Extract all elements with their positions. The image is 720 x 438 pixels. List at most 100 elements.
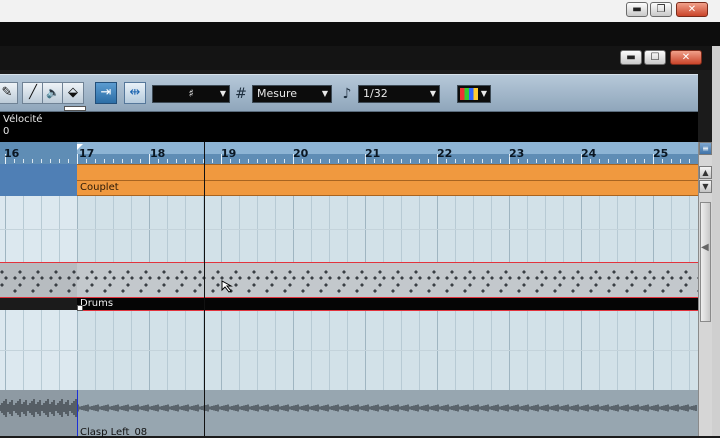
bar-number: 16 bbox=[4, 147, 20, 160]
zoom-arrow-icon[interactable]: ◀ bbox=[701, 242, 709, 253]
drum-hit bbox=[558, 270, 562, 274]
editor-maximize-button[interactable]: ☐ bbox=[644, 50, 666, 65]
drum-hit bbox=[589, 276, 593, 280]
grid-type-dropdown[interactable]: Mesure ▼ bbox=[252, 85, 332, 103]
drum-hit bbox=[517, 276, 521, 280]
drum-hit bbox=[427, 276, 431, 280]
drum-hit bbox=[684, 270, 688, 274]
editor-title-bar: ▬ ☐ ✕ bbox=[0, 46, 712, 70]
drum-hit bbox=[18, 270, 22, 274]
line-icon[interactable]: ╱ bbox=[22, 82, 44, 104]
paint-bucket-icon[interactable]: ⬙ bbox=[62, 82, 84, 104]
ruler-subtick bbox=[275, 159, 276, 163]
arranger-event[interactable] bbox=[77, 164, 698, 196]
drum-hit bbox=[310, 276, 314, 280]
drum-hit bbox=[126, 270, 130, 274]
drum-hit bbox=[306, 270, 310, 274]
drum-hit bbox=[126, 283, 130, 287]
drum-hit bbox=[490, 276, 494, 280]
arranger-previous-event[interactable] bbox=[0, 164, 77, 196]
drum-hit bbox=[319, 289, 323, 293]
drum-hit bbox=[184, 276, 188, 280]
quantize-dropdown[interactable]: 1/32 ▼ bbox=[358, 85, 440, 103]
drum-hit bbox=[270, 270, 274, 274]
ruler-subtick bbox=[41, 159, 42, 163]
ruler-subtick bbox=[257, 159, 258, 163]
drum-hit bbox=[288, 270, 292, 274]
ruler-subtick bbox=[617, 159, 618, 163]
drum-hit bbox=[58, 276, 62, 280]
drum-hits bbox=[0, 270, 698, 293]
ruler-menu-icon[interactable]: ≡ bbox=[699, 142, 712, 155]
scroll-down-icon[interactable]: ▼ bbox=[699, 180, 712, 193]
grid-dropdown[interactable]: ♯ ▼ bbox=[152, 85, 230, 103]
drum-hit bbox=[427, 289, 431, 293]
drum-hit bbox=[40, 276, 44, 280]
ruler-subtick bbox=[545, 159, 546, 163]
drum-hit bbox=[504, 283, 508, 287]
drum-hit bbox=[288, 283, 292, 287]
drum-hit bbox=[283, 276, 287, 280]
drum-hit bbox=[414, 270, 418, 274]
pencil-icon[interactable]: ✎ bbox=[0, 82, 18, 104]
ruler-subtick bbox=[635, 159, 636, 163]
drum-hit bbox=[558, 283, 562, 287]
drum-hit bbox=[535, 276, 539, 280]
snap-icon[interactable]: ⇹ bbox=[124, 82, 146, 104]
drum-hit bbox=[666, 270, 670, 274]
drum-hit bbox=[234, 270, 238, 274]
drum-hit bbox=[391, 276, 395, 280]
drum-hit bbox=[607, 289, 611, 293]
drum-hit bbox=[292, 276, 296, 280]
drum-hit bbox=[166, 276, 170, 280]
ruler-subtick bbox=[689, 159, 690, 163]
scroll-thumb[interactable] bbox=[700, 202, 711, 322]
drum-hit bbox=[90, 283, 94, 287]
drum-hit bbox=[414, 283, 418, 287]
drum-hit bbox=[418, 276, 422, 280]
drum-hit bbox=[319, 276, 323, 280]
drum-hit bbox=[540, 283, 544, 287]
drum-part-name-bar bbox=[77, 298, 698, 311]
drum-hit bbox=[180, 283, 184, 287]
drum-hit bbox=[450, 283, 454, 287]
drum-hit bbox=[643, 276, 647, 280]
drum-hit bbox=[517, 289, 521, 293]
chevron-down-icon: ▼ bbox=[321, 89, 328, 98]
ruler-subtick bbox=[527, 159, 528, 163]
outer-minimize-button[interactable]: ▬ bbox=[626, 2, 648, 17]
editor-minimize-button[interactable]: ▬ bbox=[620, 50, 642, 65]
drum-hit bbox=[256, 276, 260, 280]
drum-hit bbox=[688, 276, 692, 280]
auto-scroll-icon[interactable]: ⇥ bbox=[95, 82, 117, 104]
drum-hit bbox=[103, 276, 107, 280]
vertical-scrollbar[interactable]: ≡ ▲ ▼ ◀ bbox=[698, 142, 712, 436]
ruler-subtick bbox=[50, 159, 51, 163]
drum-hit bbox=[594, 283, 598, 287]
timeline-ruler[interactable]: 16 17 18 19 20 21 22 23 24 25 bbox=[0, 142, 698, 164]
outer-restore-button[interactable]: ❐ bbox=[650, 2, 672, 17]
drum-hit bbox=[324, 283, 328, 287]
drum-hit bbox=[378, 283, 382, 287]
editor-toolbar: ✎ ╱ 🔈 ⬙ ⇥ ⇹ ♯ ▼ # Mesure ▼ ♪ 1/32 ▼ ▼ bbox=[0, 74, 698, 112]
drum-hit bbox=[382, 276, 386, 280]
drum-hit bbox=[270, 283, 274, 287]
drum-hit bbox=[49, 276, 53, 280]
left-locator-icon[interactable] bbox=[77, 144, 83, 150]
ruler-subtick bbox=[608, 159, 609, 163]
drum-hit bbox=[283, 289, 287, 293]
speaker-icon[interactable]: 🔈 bbox=[42, 82, 64, 104]
drum-hit bbox=[661, 276, 665, 280]
drum-hit bbox=[522, 283, 526, 287]
drum-hit bbox=[0, 270, 4, 274]
grid-type-value: Mesure bbox=[257, 87, 298, 100]
drum-part-event[interactable] bbox=[0, 262, 698, 298]
color-menu[interactable]: ▼ bbox=[457, 85, 491, 103]
scroll-up-icon[interactable]: ▲ bbox=[699, 166, 712, 179]
outer-close-button[interactable]: ✕ bbox=[676, 2, 708, 17]
part-resize-handle[interactable] bbox=[77, 305, 83, 311]
project-cursor[interactable] bbox=[204, 142, 205, 436]
editor-close-button[interactable]: ✕ bbox=[670, 50, 702, 65]
drum-hit bbox=[360, 270, 364, 274]
ruler-subtick bbox=[248, 159, 249, 163]
